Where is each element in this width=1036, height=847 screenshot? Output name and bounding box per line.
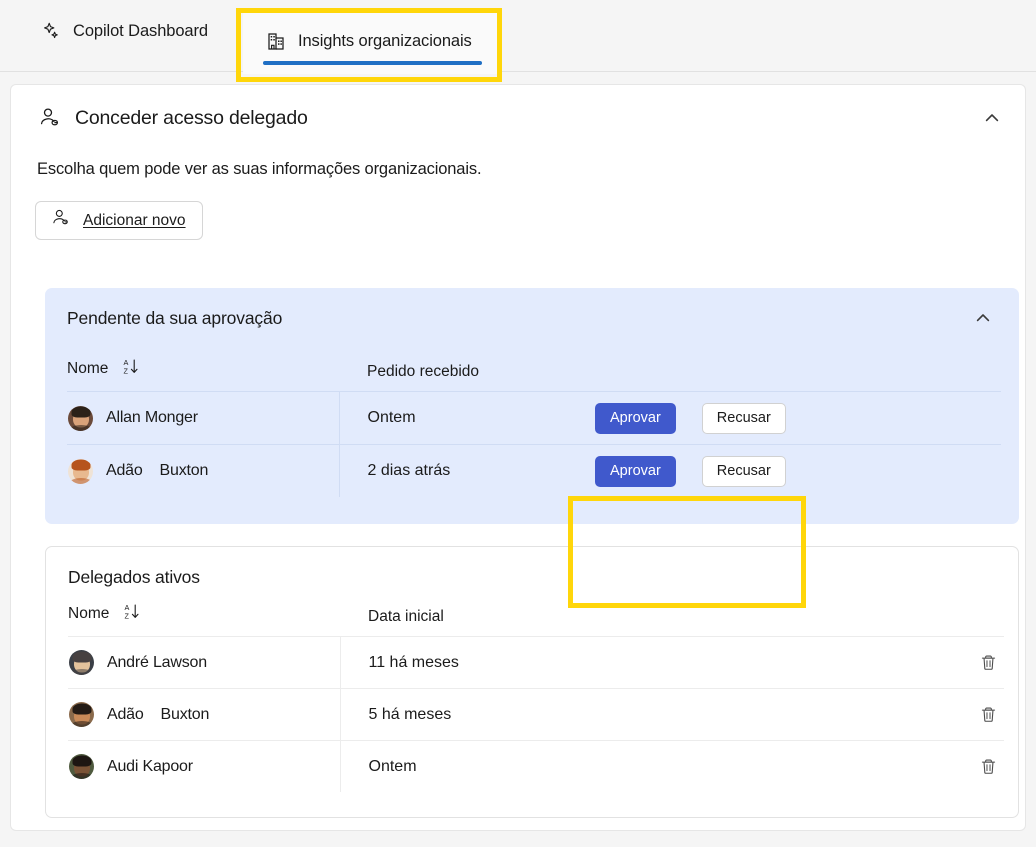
avatar	[68, 405, 93, 431]
delete-delegate-button[interactable]	[973, 752, 1003, 782]
column-header-nome[interactable]: Nome A Z	[67, 357, 339, 392]
cell-actions	[920, 637, 1004, 689]
start-date-value: Ontem	[368, 757, 417, 775]
column-header-nome-label: Nome	[67, 360, 109, 377]
table-row: Adão Buxton 5 há meses	[68, 688, 1004, 741]
column-header-actions	[589, 357, 1001, 392]
cell-received: Ontem	[338, 391, 589, 445]
delegate-name: Allan Monger	[106, 409, 198, 426]
delegate-name: Adão Buxton	[106, 462, 209, 479]
avatar	[69, 702, 94, 727]
delegate-name: André Lawson	[107, 653, 207, 671]
request-received-value: 2 dias atrás	[367, 462, 451, 479]
svg-text:Z: Z	[124, 366, 129, 375]
table-header-row: Nome A Z Pedido recebido	[67, 357, 1001, 392]
column-header-actions	[920, 602, 1004, 637]
add-new-button[interactable]: Adicionar novo	[35, 201, 203, 240]
table-row: André Lawson 11 há meses	[68, 636, 1004, 689]
cell-name: Adão Buxton	[67, 445, 339, 498]
column-header-nome[interactable]: Nome A Z	[68, 602, 340, 637]
cell-actions	[920, 689, 1004, 741]
column-header-pedido-recebido-label: Pedido recebido	[367, 363, 480, 380]
trash-icon	[981, 655, 995, 670]
column-header-nome-label: Nome	[68, 605, 110, 622]
cell-start-date: 11 há meses	[339, 636, 920, 689]
table-row: Allan Monger Ontem Aprovar Recusar	[67, 391, 1001, 445]
start-date-value: 11 há meses	[368, 653, 459, 671]
cell-received: 2 dias atrás	[338, 444, 589, 497]
organization-building-icon	[265, 30, 287, 52]
cell-name: André Lawson	[68, 637, 340, 689]
column-header-data-inicial-label: Data inicial	[368, 608, 444, 625]
table-row: Audi Kapoor Ontem	[68, 740, 1004, 793]
table-row: Adão Buxton 2 dias atrás Aprovar Recusar	[67, 444, 1001, 498]
request-received-value: Ontem	[367, 409, 416, 426]
active-delegates-title: Delegados ativos	[68, 567, 200, 587]
tab-copilot-dashboard-label: Copilot Dashboard	[73, 21, 208, 40]
delete-delegate-button[interactable]	[973, 648, 1003, 678]
tab-insights-organizacionais[interactable]: Insights organizacionais	[243, 8, 498, 74]
tab-copilot-dashboard[interactable]: Copilot Dashboard	[18, 0, 230, 62]
cell-actions: Aprovar Recusar	[589, 445, 1001, 498]
pending-approval-title: Pendente da sua aprovação	[67, 308, 283, 328]
avatar	[69, 754, 94, 779]
column-header-data-inicial[interactable]: Data inicial	[340, 602, 920, 637]
approve-button[interactable]: Aprovar	[595, 402, 676, 434]
sparkle-icon	[40, 20, 62, 42]
trash-icon	[981, 707, 995, 722]
decline-button[interactable]: Recusar	[701, 402, 786, 434]
cell-name: Audi Kapoor	[68, 741, 340, 793]
section-header: Conceder acesso delegado	[11, 85, 1025, 131]
cell-actions: Aprovar Recusar	[589, 392, 1001, 445]
sort-az-descending-icon[interactable]: A Z	[121, 357, 140, 381]
page-title: Conceder acesso delegado	[75, 106, 308, 129]
cell-start-date: Ontem	[339, 740, 920, 792]
avatar	[69, 650, 94, 675]
cell-actions	[920, 741, 1004, 793]
decline-button[interactable]: Recusar	[701, 455, 786, 487]
start-date-value: 5 há meses	[368, 705, 452, 723]
cell-name: Adão Buxton	[68, 689, 340, 741]
pending-approval-table: Nome A Z Pedido recebido Allan Monger On…	[67, 357, 1001, 497]
chevron-up-icon	[985, 114, 999, 122]
table-header-row: Nome A Z Data inicial	[68, 602, 1004, 637]
active-delegates-card: Delegados ativos Nome A Z Data inicial A…	[45, 546, 1019, 818]
cell-name: Allan Monger	[67, 392, 339, 445]
person-link-icon	[37, 105, 63, 131]
collapse-pending-panel-button[interactable]	[967, 302, 999, 334]
add-new-button-label: Adicionar novo	[83, 211, 186, 229]
avatar	[68, 458, 93, 484]
delegate-name: Audi Kapoor	[107, 757, 193, 775]
delegate-name: Adão Buxton	[107, 705, 210, 723]
top-tab-bar: Copilot Dashboard Insights organizaciona…	[0, 0, 1036, 82]
pending-approval-panel: Pendente da sua aprovação Nome A Z Pedid…	[45, 288, 1019, 608]
active-delegates-table: Nome A Z Data inicial André Lawson 11 há…	[68, 602, 1004, 792]
delegated-access-card: Conceder acesso delegado Escolha quem po…	[10, 84, 1026, 831]
tab-active-indicator	[263, 61, 482, 65]
sort-az-descending-icon[interactable]: A Z	[122, 602, 141, 626]
chevron-up-icon	[976, 314, 990, 322]
section-description: Escolha quem pode ver as suas informaçõe…	[37, 160, 482, 178]
column-header-pedido-recebido[interactable]: Pedido recebido	[339, 357, 589, 392]
collapse-section-button[interactable]	[975, 101, 1009, 135]
approve-button[interactable]: Aprovar	[595, 455, 676, 487]
delete-delegate-button[interactable]	[973, 700, 1003, 730]
person-link-icon	[50, 207, 72, 234]
tab-insights-organizacionais-label: Insights organizacionais	[298, 31, 472, 50]
cell-start-date: 5 há meses	[339, 688, 920, 741]
svg-text:Z: Z	[125, 611, 130, 620]
trash-icon	[981, 759, 995, 774]
